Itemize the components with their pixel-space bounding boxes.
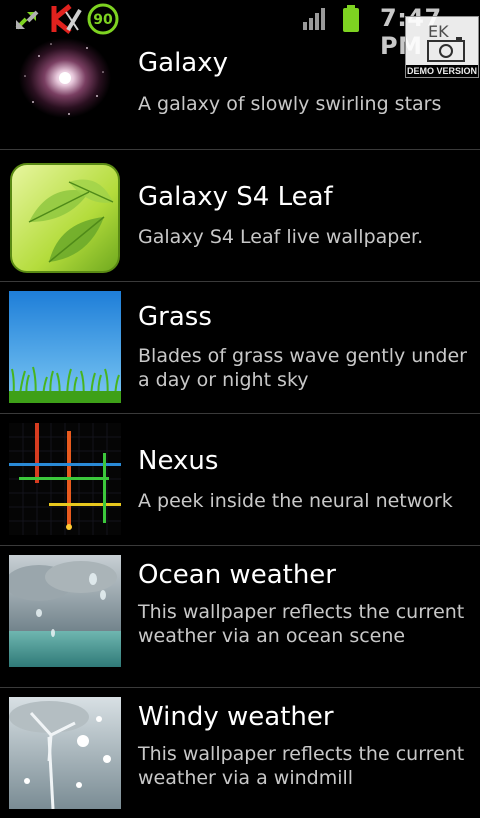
signal-bars-icon [302,8,328,34]
wallpaper-description: This wallpaper reflects the current weat… [138,601,465,647]
battery-icon [342,5,360,37]
list-item-windy-weather[interactable]: Windy weather This wallpaper reflects th… [0,688,480,818]
nexus-thumbnail [9,423,121,535]
wallpaper-title: Galaxy [138,48,229,78]
wallpaper-title: Galaxy S4 Leaf [138,182,333,212]
list-item-galaxy-s4-leaf[interactable]: Galaxy S4 Leaf Galaxy S4 Leaf live wallp… [0,150,480,282]
list-item-nexus[interactable]: Nexus A peek inside the neural network [0,414,480,546]
wallpaper-title: Nexus [138,446,219,476]
camera-icon: EK [427,22,465,62]
list-item-grass[interactable]: Grass Blades of grass wave gently under … [0,282,480,414]
wallpaper-description: This wallpaper reflects the current weat… [138,743,465,789]
live-wallpaper-list: Galaxy A galaxy of slowly swirling stars [0,0,480,809]
wallpaper-description: Blades of grass wave gently under a day … [138,345,467,391]
svg-text:EK: EK [428,22,449,41]
wallpaper-description: A galaxy of slowly swirling stars [138,93,442,115]
list-item-ocean-weather[interactable]: Ocean weather This wallpaper reflects th… [0,546,480,688]
wallpaper-description: A peek inside the neural network [138,490,453,512]
kaspersky-k-icon [50,4,84,38]
sync-arrows-icon [14,8,40,36]
grass-thumbnail [9,291,121,403]
wallpaper-title: Ocean weather [138,560,336,590]
demo-version-badge: EK DEMO VERSION [405,16,479,78]
battery-percent-label: 90 [93,12,113,28]
windy-weather-thumbnail [9,697,121,809]
wallpaper-title: Grass [138,302,212,332]
battery-90-circle-icon: 90 [86,3,120,39]
leaf-thumbnail [9,162,121,274]
wallpaper-title: Windy weather [138,702,334,732]
demo-version-label: DEMO VERSION [406,65,478,77]
wallpaper-description: Galaxy S4 Leaf live wallpaper. [138,226,424,248]
galaxy-thumbnail [9,26,121,136]
ocean-weather-thumbnail [9,555,121,667]
